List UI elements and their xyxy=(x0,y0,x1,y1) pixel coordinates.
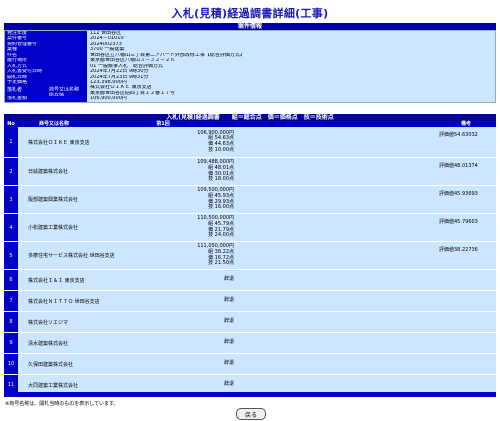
table-row: 5 多摩住宅サービス株式会社 世田谷支店 111,050,000円組 38.22点価… xyxy=(4,242,496,270)
table-row: 6 株式会社Ｉ＆Ｉ 東京支店 辞退 xyxy=(4,270,496,291)
row-round1-line: 辞退 xyxy=(223,360,234,367)
row-round1: 辞退 xyxy=(90,354,236,374)
row-name: 日絃建築株式会社 xyxy=(28,169,69,175)
row-round1-line: 辞退 xyxy=(223,339,234,346)
row-note xyxy=(436,270,496,290)
price-row-label: 落札金額 xyxy=(5,96,87,102)
row-round1-line: 辞退 xyxy=(223,318,234,325)
row-name: 久保田建築株式会社 xyxy=(28,361,74,368)
row-note: 評価値45.79603 xyxy=(439,219,478,225)
winner-row: 落札者 商号又は名称 株式会社ＯＩＫＥ 東京支店 所在地 東京都世田谷区砧四丁目１２番１… xyxy=(5,85,495,97)
row-no: 4 xyxy=(4,214,18,241)
row-blank xyxy=(236,354,436,374)
row-no: 8 xyxy=(4,312,18,332)
row-round1: 辞退 xyxy=(90,291,236,311)
price-row-value: 106,900,000円 xyxy=(90,96,127,102)
row-round1: 111,050,000円組 38.22点価 16.72点技 21.50点 xyxy=(90,242,236,269)
row-note: 評価値54.63032 xyxy=(439,132,478,138)
row-note: 評価値45.93693 xyxy=(439,191,478,197)
row-no: 6 xyxy=(4,270,18,290)
row-no: 1 xyxy=(4,127,18,157)
table-row: 3 阪部建築興業株式会社 109,500,000円組 45.93点価 29.93点技… xyxy=(4,186,496,214)
row-name: 株式会社ＮＩＴＴＯ 世田谷支店 xyxy=(28,298,100,305)
row-no: 7 xyxy=(4,291,18,311)
row-no: 10 xyxy=(4,354,18,374)
row-name: 株式会社ソエジマ xyxy=(28,319,69,326)
table-row: 1 株式会社ＯＩＫＥ 東京支店 106,900,000円組 54.63点価 44.6… xyxy=(4,127,496,158)
table-row: 10 久保田建築株式会社 辞退 xyxy=(4,354,496,375)
case-info-header: 案件情報 xyxy=(4,23,496,30)
case-info-section: 案件情報 発注年度 112 世田谷区 案件番号 2024－01010 契約管理番号 202… xyxy=(4,23,496,103)
row-no: 9 xyxy=(4,333,18,353)
price-row: 落札金額 106,900,000円 xyxy=(5,96,495,102)
page-title: 入札(見積)経過調書詳細(工事) xyxy=(171,7,329,20)
page: 入札(見積)経過調書詳細(工事) 案件情報 発注年度 112 世田谷区 案件番号 20… xyxy=(0,0,500,421)
row-note: 評価値38.22736 xyxy=(439,247,478,253)
row-blank xyxy=(236,291,436,311)
row-round1: 109,488,000円組 48.01点価 30.01点技 18.00点 xyxy=(90,158,236,185)
back-button[interactable]: 戻る xyxy=(236,408,266,420)
row-blank xyxy=(236,312,436,332)
table-row: 8 株式会社ソエジマ 辞退 xyxy=(4,312,496,333)
row-name: 清水建築株式会社 xyxy=(28,340,69,347)
row-round1: 109,500,000円組 45.93点価 29.93点技 16.00点 xyxy=(90,186,236,213)
result-header: 入札(見積)経過調書 組＝総合点 価＝価格点 技＝技術点 xyxy=(4,114,496,121)
row-note xyxy=(436,291,496,311)
row-round1: 辞退 xyxy=(90,312,236,332)
footnote: ※商号名称は、開札当時のものを表示しています。 xyxy=(5,401,119,407)
row-blank xyxy=(236,333,436,353)
row-blank xyxy=(236,186,436,213)
row-no: 5 xyxy=(4,242,18,269)
row-round1-line: 技 10.00点 xyxy=(208,146,234,153)
row-name: 小松建築工業株式会社 xyxy=(28,225,79,231)
row-round1-line: 技 16.00点 xyxy=(208,204,234,211)
result-section: 入札(見積)経過調書 組＝総合点 価＝価格点 技＝技術点 No 商号又は名称 第… xyxy=(4,114,496,396)
row-note xyxy=(436,333,496,353)
winner-details: 商号又は名称 株式会社ＯＩＫＥ 東京支店 所在地 東京都世田谷区砧四丁目１２番１７号 xyxy=(47,85,495,97)
row-round1: 辞退 xyxy=(90,333,236,353)
table-row: 4 小松建築工業株式会社 110,500,000円組 45.79点価 21.79点技… xyxy=(4,214,496,242)
row-blank xyxy=(236,270,436,290)
row-note: 評価値48.01374 xyxy=(439,163,478,169)
row-round1: 106,900,000円組 54.63点価 44.63点技 10.00点 xyxy=(90,127,236,157)
row-round1: 110,500,000円組 45.79点価 21.79点技 24.00点 xyxy=(90,214,236,241)
row-round1-line: 辞退 xyxy=(223,276,234,283)
row-name: 株式会社Ｉ＆Ｉ 東京支店 xyxy=(28,277,85,284)
row-blank xyxy=(236,214,436,241)
row-no: 3 xyxy=(4,186,18,213)
result-rows: 1 株式会社ＯＩＫＥ 東京支店 106,900,000円組 54.63点価 44.6… xyxy=(4,127,496,396)
table-row: 7 株式会社ＮＩＴＴＯ 世田谷支店 辞退 xyxy=(4,291,496,312)
case-info-grid: 発注年度 112 世田谷区 案件番号 2024－01010 契約管理番号 20240023… xyxy=(4,30,496,103)
row-name: 株式会社ＯＩＫＥ 東京支店 xyxy=(28,139,90,146)
row-note xyxy=(436,354,496,374)
row-note xyxy=(436,312,496,332)
row-blank xyxy=(236,127,436,157)
row-blank xyxy=(236,158,436,185)
row-name: 阪部建築興業株式会社 xyxy=(28,197,79,203)
row-name: 多摩住宅サービス株式会社 世田谷支店 xyxy=(28,253,115,259)
row-round1-line: 技 21.50点 xyxy=(208,260,234,267)
table-row: 2 日絃建築株式会社 109,488,000円組 48.01点価 30.01点技 1… xyxy=(4,158,496,186)
row-round1: 辞退 xyxy=(90,270,236,290)
row-no: 2 xyxy=(4,158,18,185)
row-round1-line: 辞退 xyxy=(223,381,234,388)
table-row: 9 清水建築株式会社 辞退 xyxy=(4,333,496,354)
winner-label: 落札者 xyxy=(5,85,47,97)
bottom-bar xyxy=(4,392,496,397)
row-round1-line: 技 18.00点 xyxy=(208,176,234,183)
row-round1-line: 辞退 xyxy=(223,297,234,304)
row-round1-line: 技 24.00点 xyxy=(208,232,234,239)
row-blank xyxy=(236,242,436,269)
